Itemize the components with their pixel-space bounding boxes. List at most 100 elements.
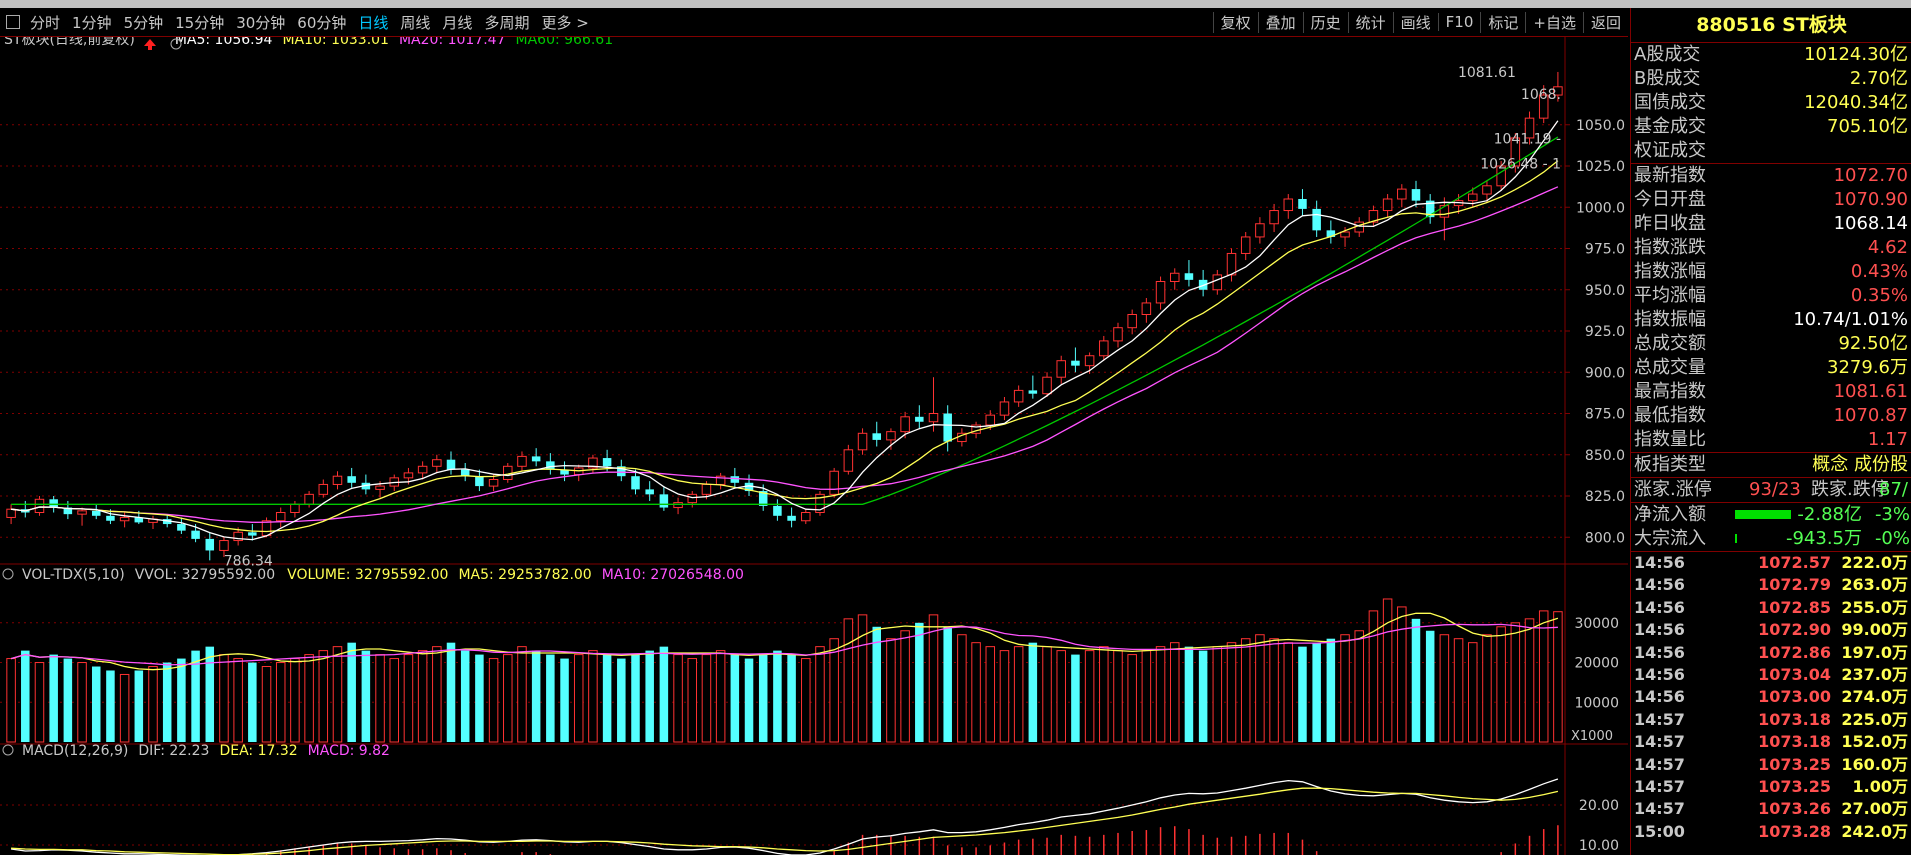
layout-toggle-icon[interactable] [6, 15, 20, 29]
tool-button[interactable]: 标记 [1480, 11, 1525, 33]
candle[interactable] [957, 428, 967, 447]
tool-button[interactable]: 复权 [1212, 11, 1258, 33]
kline-chart[interactable]: 800.0 825.0 850.0 875.0 900.0 925.0 950.0 975.0… [0, 37, 1628, 855]
candle[interactable] [432, 454, 442, 473]
candle[interactable] [715, 472, 726, 490]
candle[interactable] [446, 451, 456, 475]
flow-label: 大宗流入 [1634, 528, 1706, 549]
candle[interactable] [1269, 203, 1279, 232]
candle[interactable] [999, 397, 1010, 421]
tool-button[interactable]: F10 [1437, 13, 1481, 31]
candle[interactable] [531, 448, 541, 467]
period-tab[interactable]: 更多 > [541, 12, 588, 33]
volume-bar [375, 654, 385, 743]
candle[interactable] [843, 444, 854, 475]
candle[interactable] [347, 467, 356, 488]
candle[interactable] [1326, 220, 1336, 244]
candle[interactable] [517, 451, 527, 472]
candle[interactable] [290, 500, 300, 518]
candle[interactable] [1099, 335, 1109, 361]
candle[interactable] [1397, 184, 1407, 208]
candle[interactable] [1468, 187, 1478, 208]
candle[interactable] [560, 461, 569, 482]
candle[interactable] [573, 464, 584, 482]
candle[interactable] [205, 532, 215, 561]
candle[interactable] [475, 469, 484, 492]
candle[interactable] [773, 499, 782, 521]
candle[interactable] [21, 500, 30, 518]
candle[interactable] [915, 405, 924, 429]
period-tab[interactable]: 日线 [358, 12, 388, 33]
candle[interactable] [1184, 260, 1194, 287]
candle[interactable] [1169, 268, 1180, 290]
candle[interactable] [1155, 276, 1166, 310]
candle[interactable] [1141, 298, 1152, 323]
candle[interactable] [687, 491, 698, 508]
tool-button[interactable]: 统计 [1347, 11, 1393, 33]
candle[interactable] [1283, 194, 1294, 219]
period-tab[interactable]: 多周期 [484, 12, 529, 33]
board-type-value[interactable]: 概念 成份股 [1812, 453, 1908, 477]
candle[interactable] [6, 504, 16, 525]
candle[interactable] [829, 467, 839, 498]
vol-settings-icon[interactable] [2, 568, 14, 580]
candle[interactable] [1028, 375, 1038, 399]
candle[interactable] [1411, 180, 1421, 208]
candle[interactable] [801, 509, 811, 525]
candle[interactable] [148, 515, 158, 529]
candle[interactable] [1298, 189, 1307, 216]
candle[interactable] [1013, 385, 1024, 407]
candle[interactable] [1439, 197, 1450, 241]
candle[interactable] [872, 421, 881, 447]
candle[interactable] [943, 405, 952, 452]
candle[interactable] [659, 486, 669, 511]
candle[interactable] [332, 471, 343, 490]
period-tab[interactable]: 15分钟 [175, 12, 224, 33]
candle[interactable] [34, 496, 45, 516]
candle[interactable] [617, 459, 626, 482]
candle[interactable] [1382, 194, 1393, 218]
candle[interactable] [1255, 217, 1265, 244]
candle[interactable] [1071, 347, 1080, 373]
tool-button[interactable]: 画线 [1392, 11, 1438, 33]
candle[interactable] [77, 507, 87, 526]
tool-button[interactable]: 叠加 [1257, 11, 1303, 33]
macd-settings-icon[interactable] [2, 744, 14, 756]
candle[interactable] [645, 481, 654, 501]
period-tab[interactable]: 月线 [442, 12, 472, 33]
candle[interactable] [318, 479, 329, 498]
candle[interactable] [248, 524, 257, 541]
candle[interactable] [673, 497, 683, 515]
candle[interactable] [1240, 232, 1251, 261]
candle[interactable] [1212, 269, 1223, 295]
candle[interactable] [857, 428, 868, 455]
period-tab[interactable]: 30分钟 [236, 12, 285, 33]
period-tab[interactable]: 1分钟 [72, 12, 112, 33]
candle[interactable] [1368, 205, 1379, 228]
candle[interactable] [1425, 194, 1435, 224]
candle[interactable] [1312, 200, 1321, 237]
candle[interactable] [275, 507, 286, 528]
tool-button[interactable]: +自选 [1525, 11, 1583, 33]
tool-button[interactable]: 历史 [1302, 11, 1348, 33]
candle[interactable] [1198, 269, 1208, 297]
period-tab[interactable]: 60分钟 [297, 12, 346, 33]
candle[interactable] [546, 453, 555, 475]
candle[interactable] [1113, 322, 1123, 348]
candle[interactable] [1056, 355, 1066, 384]
candle[interactable] [460, 463, 470, 482]
candle[interactable] [177, 517, 186, 534]
macd-label: MACD: 9.82 [308, 743, 390, 759]
candle[interactable] [304, 491, 314, 508]
period-tab[interactable]: 分时 [30, 12, 60, 33]
candle[interactable] [787, 507, 796, 528]
candle[interactable] [928, 377, 939, 432]
candle[interactable] [91, 504, 101, 520]
candle[interactable] [815, 491, 825, 516]
candle[interactable] [1226, 248, 1237, 282]
period-tab[interactable]: 周线 [400, 12, 430, 33]
period-tab[interactable]: 5分钟 [124, 12, 164, 33]
tick-time: 14:57 [1634, 732, 1685, 752]
candle[interactable] [886, 428, 896, 450]
tool-button[interactable]: 返回 [1582, 11, 1628, 33]
